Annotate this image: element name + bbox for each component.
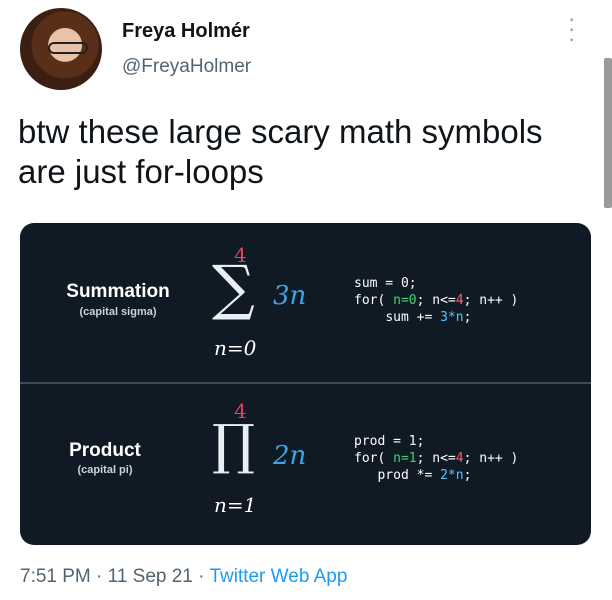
summation-lower-limit: n=0 xyxy=(214,336,257,360)
glasses-detail xyxy=(48,42,88,54)
time[interactable]: 7:51 PM xyxy=(20,566,91,587)
author-name[interactable]: Freya Holmér xyxy=(122,20,250,43)
product-term: 2n xyxy=(273,441,307,471)
summation-subtitle: (capital sigma) xyxy=(79,306,157,318)
product-code: prod = 1; for( n=1; n<=4; n++ ) prod *= … xyxy=(354,434,519,483)
sigma-icon: ∑ xyxy=(212,253,255,323)
summation-title: Summation xyxy=(66,281,170,302)
scrollbar[interactable] xyxy=(604,58,612,208)
product-lower-limit: n=1 xyxy=(214,493,257,517)
tweet-text: btw these large scary math symbols are j… xyxy=(18,113,543,190)
avatar[interactable] xyxy=(20,8,102,90)
product-title: Product xyxy=(69,440,141,461)
date[interactable]: 11 Sep 21 xyxy=(108,566,193,587)
pi-icon: ∏ xyxy=(212,413,255,476)
source-app-link[interactable]: Twitter Web App xyxy=(209,566,347,587)
product-subtitle: (capital pi) xyxy=(77,464,133,476)
tweet-image-card[interactable]: Summation (capital sigma) 4 ∑ 3n n=0 sum… xyxy=(20,223,591,545)
tweet-timestamp: 7:51 PM · 11 Sep 21 · Twitter Web App xyxy=(20,566,348,587)
summation-code: sum = 0; for( n=0; n<=4; n++ ) sum += 3*… xyxy=(354,276,519,325)
section-divider xyxy=(20,382,591,384)
summation-term: 3n xyxy=(273,281,307,311)
author-handle[interactable]: @FreyaHolmer xyxy=(122,56,251,78)
more-options-icon[interactable]: · · · xyxy=(568,8,575,50)
